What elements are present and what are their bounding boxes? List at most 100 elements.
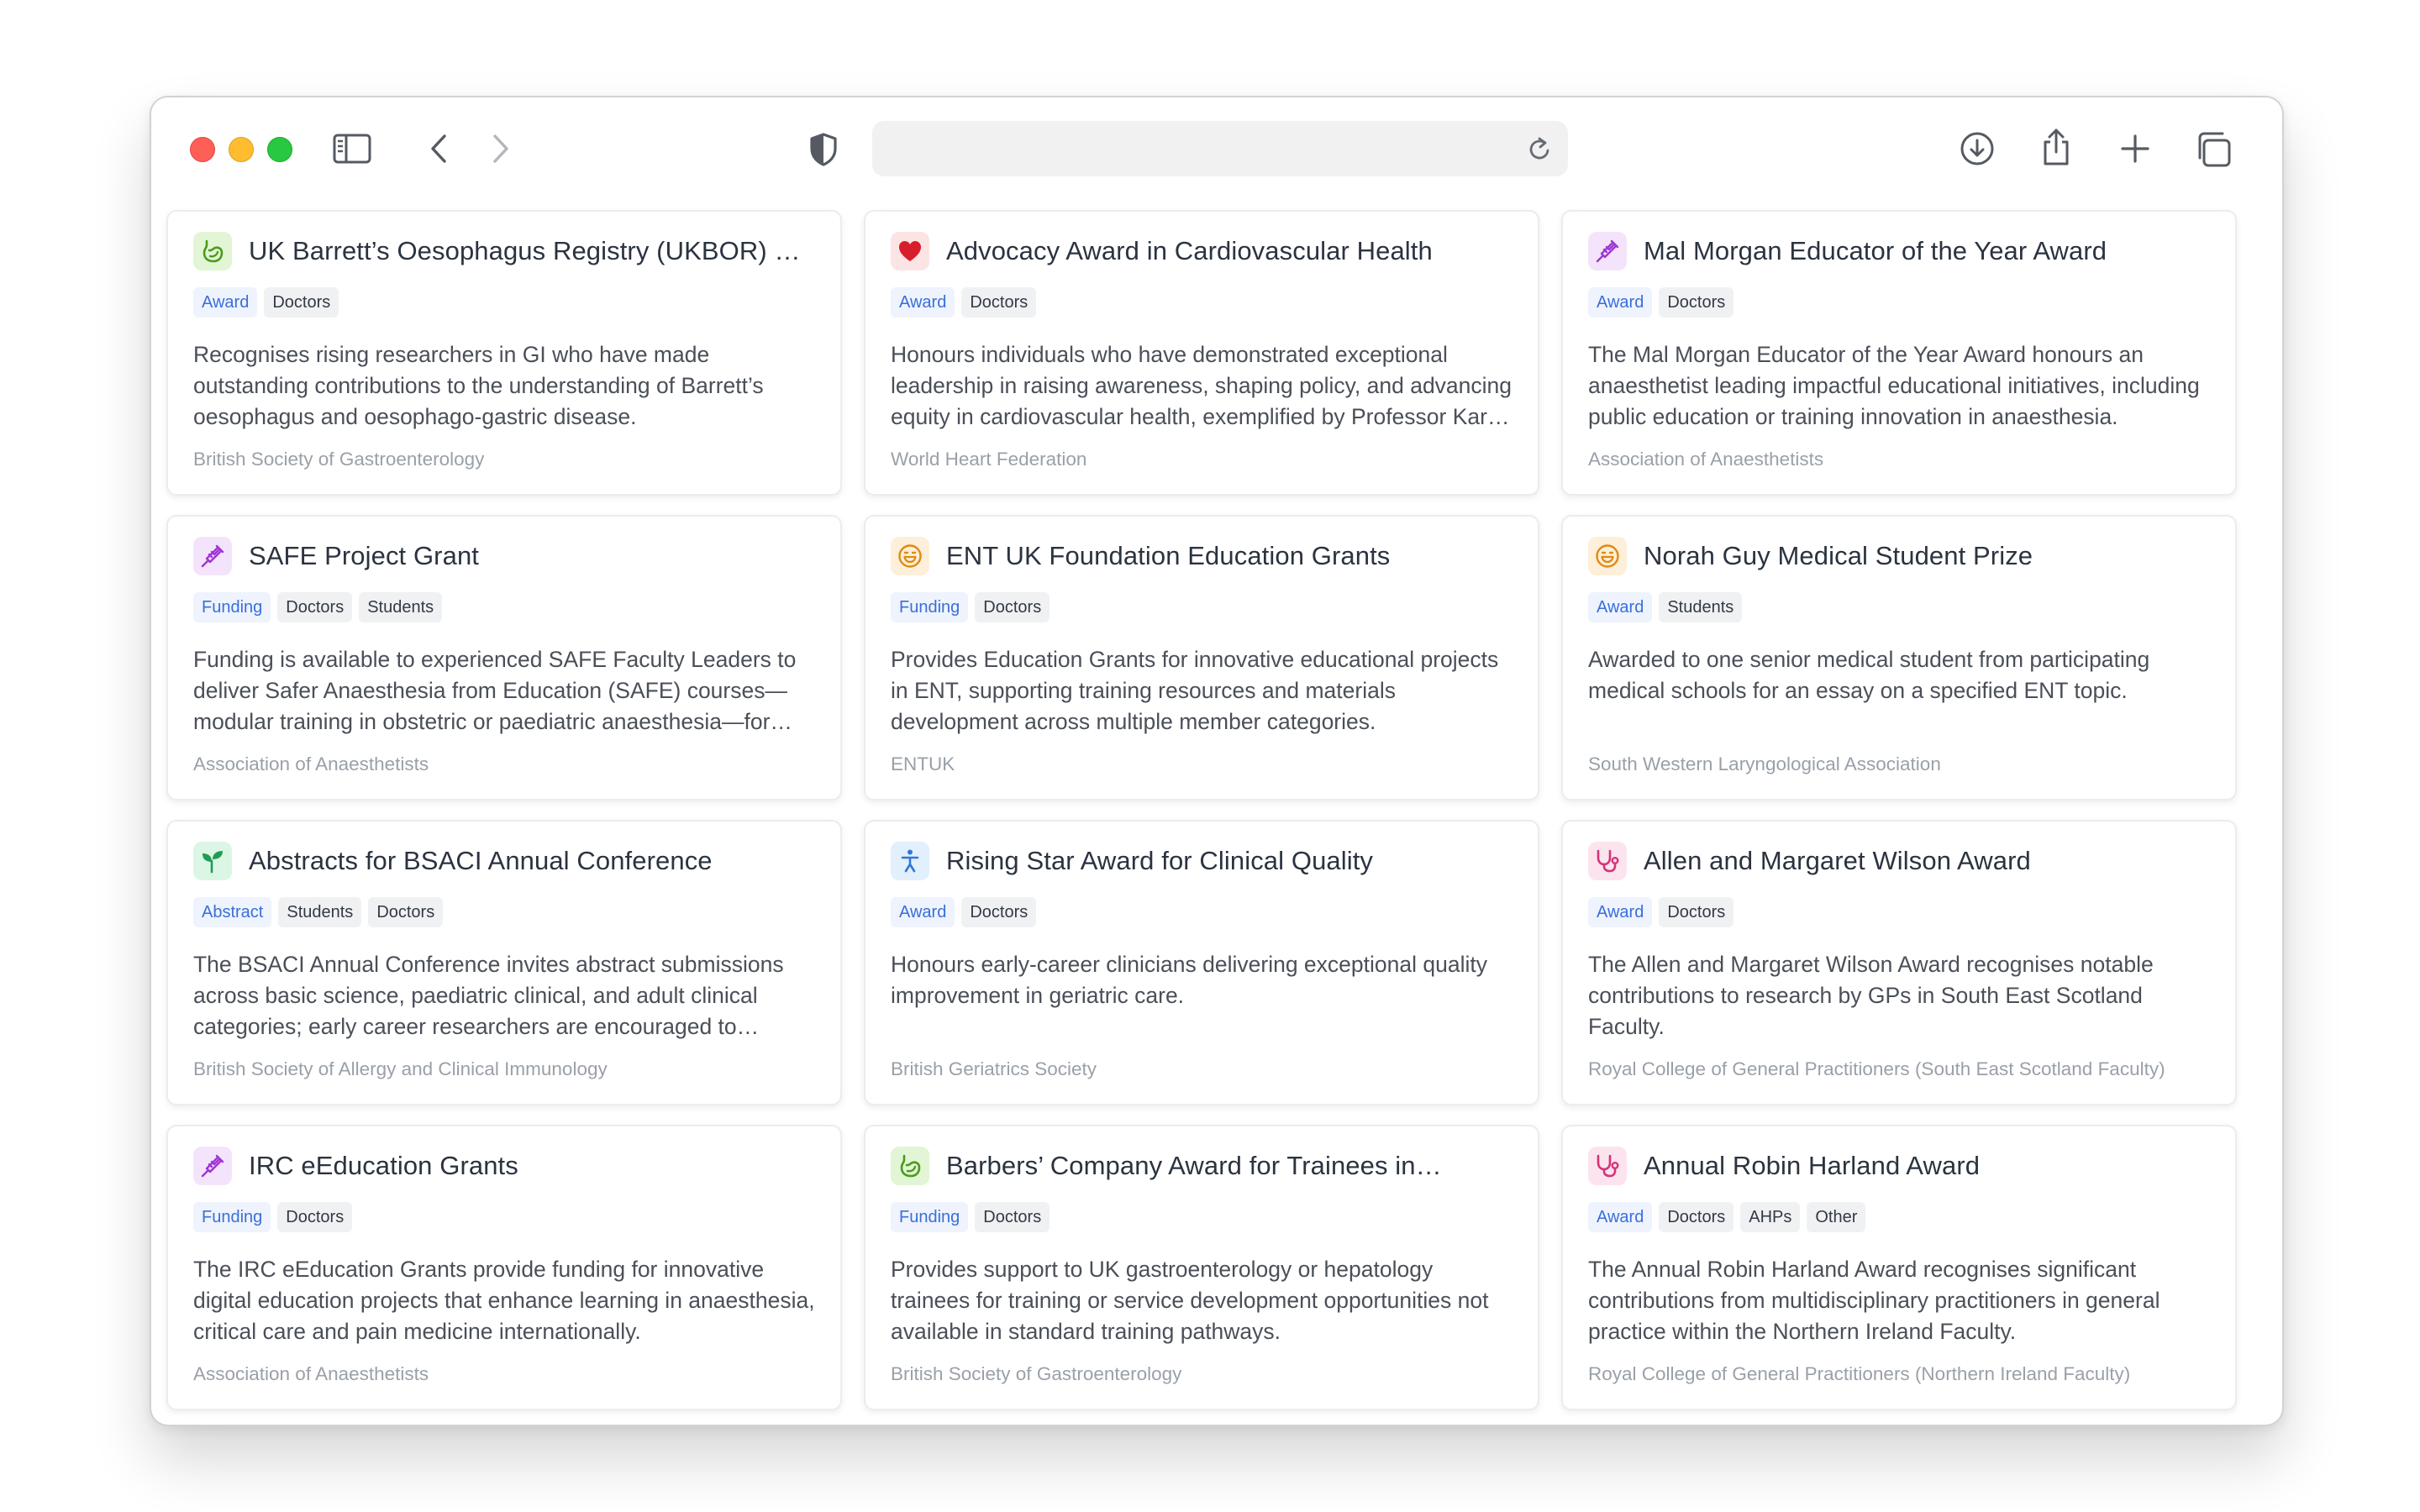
card-description: The BSACI Annual Conference invites abst… [193, 952, 784, 1039]
tag-award: Award [1588, 592, 1653, 622]
card-title[interactable]: SAFE Project Grant [249, 541, 479, 571]
tag-doctors: Doctors [961, 897, 1037, 927]
opportunity-card[interactable]: Norah Guy Medical Student Prize Award Stud… [1561, 515, 2237, 801]
tag-list: Award Doctors [891, 287, 1512, 318]
card-header: Advocacy Award in Cardiovascular Health [891, 232, 1512, 270]
card-title[interactable]: Allen and Margaret Wilson Award [1644, 846, 2031, 876]
card-description: The IRC eEducation Grants provide fundin… [193, 1257, 815, 1344]
tag-doctors: Doctors [264, 287, 339, 318]
person-walking-icon [891, 842, 929, 880]
minimize-window-button[interactable] [229, 137, 254, 162]
tag-doctors: Doctors [1659, 287, 1734, 318]
tag-funding: Funding [891, 592, 969, 622]
opportunity-card[interactable]: Allen and Margaret Wilson Award Award Doct… [1561, 820, 2237, 1105]
card-organisation: Association of Anaesthetists [193, 1363, 429, 1384]
address-bar[interactable] [872, 121, 1568, 176]
tag-ahps: AHPs [1740, 1202, 1801, 1232]
card-header: Abstracts for BSACI Annual Conference [193, 842, 815, 880]
syringe-icon [193, 537, 232, 575]
stomach-icon [193, 232, 232, 270]
tag-students: Students [1659, 592, 1743, 622]
new-tab-icon[interactable] [2116, 129, 2154, 168]
card-description: Funding is available to experienced SAFE… [193, 647, 797, 734]
tag-award: Award [1588, 1202, 1653, 1232]
card-header: Annual Robin Harland Award [1588, 1147, 2210, 1185]
opportunity-card[interactable]: UK Barrett’s Oesophagus Registry (UKBOR)… [166, 210, 842, 496]
card-organisation: Association of Anaesthetists [193, 753, 429, 774]
card-title[interactable]: Annual Robin Harland Award [1644, 1151, 1980, 1181]
opportunity-card[interactable]: IRC eEducation Grants Funding Doctors The I… [166, 1125, 842, 1410]
tag-list: Award Doctors AHPs Other [1588, 1202, 2210, 1232]
tag-list: Funding Doctors [891, 1202, 1512, 1232]
opportunity-card[interactable]: Abstracts for BSACI Annual Conference Abs… [166, 820, 842, 1105]
close-window-button[interactable] [190, 137, 215, 162]
download-icon[interactable] [1958, 129, 1996, 168]
tag-doctors: Doctors [277, 1202, 353, 1232]
card-description: Provides Education Grants for innovative… [891, 647, 1499, 734]
card-header: SAFE Project Grant [193, 537, 815, 575]
card-title[interactable]: ENT UK Foundation Education Grants [946, 541, 1390, 571]
opportunity-card[interactable]: Advocacy Award in Cardiovascular Health A… [864, 210, 1539, 496]
tag-doctors: Doctors [961, 287, 1037, 318]
card-organisation: ENTUK [891, 753, 955, 774]
card-title[interactable]: UK Barrett’s Oesophagus Registry (UKBOR)… [249, 236, 815, 266]
card-title[interactable]: Norah Guy Medical Student Prize [1644, 541, 2033, 571]
zoom-window-button[interactable] [267, 137, 292, 162]
opportunity-card[interactable]: Annual Robin Harland Award Award Doctors AH… [1561, 1125, 2237, 1410]
card-title[interactable]: Barbers’ Company Award for Trainees in… [946, 1151, 1442, 1181]
sidebar-icon[interactable] [331, 131, 373, 166]
card-header: Allen and Margaret Wilson Award [1588, 842, 2210, 880]
ear-face-icon [1588, 537, 1627, 575]
back-icon[interactable] [422, 131, 455, 166]
tag-list: Funding Doctors [891, 592, 1512, 622]
card-organisation: World Heart Federation [891, 449, 1087, 470]
opportunity-card[interactable]: Mal Morgan Educator of the Year Award Awa… [1561, 210, 2237, 496]
tag-list: Award Doctors [1588, 287, 2210, 318]
browser-toolbar [151, 97, 2282, 207]
tag-award: Award [193, 287, 258, 318]
forward-icon[interactable] [484, 131, 518, 166]
card-title[interactable]: Rising Star Award for Clinical Quality [946, 846, 1373, 876]
card-title[interactable]: IRC eEducation Grants [249, 1151, 518, 1181]
tag-funding: Funding [193, 1202, 271, 1232]
tag-doctors: Doctors [975, 1202, 1050, 1232]
share-icon[interactable] [2037, 126, 2075, 168]
stomach-icon [891, 1147, 929, 1185]
card-description: The Mal Morgan Educator of the Year Awar… [1588, 342, 2200, 429]
tag-award: Award [1588, 897, 1653, 927]
tag-funding: Funding [891, 1202, 969, 1232]
card-title[interactable]: Mal Morgan Educator of the Year Award [1644, 236, 2107, 266]
reload-icon[interactable] [1526, 134, 1555, 163]
opportunity-card[interactable]: ENT UK Foundation Education Grants Fundin… [864, 515, 1539, 801]
card-description: Awarded to one senior medical student fr… [1588, 647, 2150, 703]
card-header: Barbers’ Company Award for Trainees in… [891, 1147, 1512, 1185]
card-organisation: British Society of Allergy and Clinical … [193, 1058, 608, 1079]
syringe-icon [1588, 232, 1627, 270]
browser-window: UK Barrett’s Oesophagus Registry (UKBOR)… [150, 96, 2284, 1426]
card-organisation: South Western Laryngological Association [1588, 753, 1941, 774]
card-title[interactable]: Abstracts for BSACI Annual Conference [249, 846, 713, 876]
tag-funding: Funding [193, 592, 271, 622]
tabs-overview-icon[interactable] [2193, 129, 2233, 170]
card-header: Norah Guy Medical Student Prize [1588, 537, 2210, 575]
tag-award: Award [1588, 287, 1653, 318]
card-header: Rising Star Award for Clinical Quality [891, 842, 1512, 880]
tag-list: Funding Doctors [193, 1202, 815, 1232]
tag-students: Students [359, 592, 443, 622]
card-description: Honours early-career clinicians deliveri… [891, 952, 1487, 1008]
opportunity-card[interactable]: Rising Star Award for Clinical Quality Aw… [864, 820, 1539, 1105]
tag-other: Other [1807, 1202, 1866, 1232]
ear-face-icon [891, 537, 929, 575]
tag-doctors: Doctors [1659, 1202, 1734, 1232]
card-title[interactable]: Advocacy Award in Cardiovascular Health [946, 236, 1433, 266]
shield-icon[interactable] [805, 131, 842, 168]
card-header: UK Barrett’s Oesophagus Registry (UKBOR)… [193, 232, 815, 270]
opportunity-card[interactable]: Barbers’ Company Award for Trainees in… F… [864, 1125, 1539, 1410]
card-organisation: Association of Anaesthetists [1588, 449, 1824, 470]
card-organisation: Royal College of General Practitioners (… [1588, 1058, 2165, 1079]
tag-doctors: Doctors [368, 897, 444, 927]
tag-list: Award Doctors [193, 287, 815, 318]
card-header: Mal Morgan Educator of the Year Award [1588, 232, 2210, 270]
card-organisation: British Society of Gastroenterology [193, 449, 485, 470]
opportunity-card[interactable]: SAFE Project Grant Funding Doctors Students… [166, 515, 842, 801]
